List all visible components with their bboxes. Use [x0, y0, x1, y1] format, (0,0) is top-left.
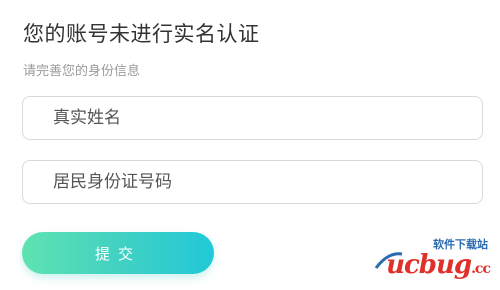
watermark-brand-text: ucbug — [386, 250, 472, 280]
watermark-suffix: .cc — [471, 261, 491, 277]
real-name-input[interactable] — [22, 96, 483, 140]
submit-button[interactable]: 提交 — [22, 232, 214, 274]
watermark-logo: 软件下载站 ucbug.cc — [372, 236, 492, 280]
id-number-input[interactable] — [22, 160, 483, 204]
page-title: 您的账号未进行实名认证 — [23, 22, 260, 46]
page-subtitle: 请完善您的身份信息 — [23, 64, 141, 79]
watermark-brand: ucbug.cc — [386, 250, 491, 280]
